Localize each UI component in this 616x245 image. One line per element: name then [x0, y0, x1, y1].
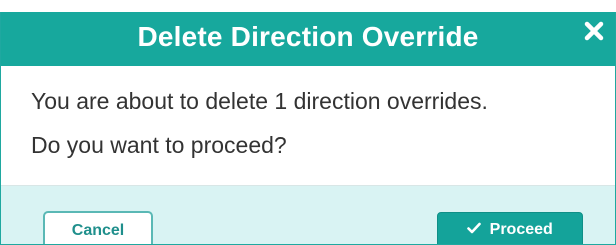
proceed-button-label: Proceed [489, 221, 553, 238]
close-icon [583, 20, 605, 42]
delete-direction-override-dialog: Delete Direction Override You are about … [0, 12, 616, 245]
dialog-header: Delete Direction Override [1, 12, 615, 66]
dialog-title: Delete Direction Override [137, 21, 479, 52]
confirmation-message-line1: You are about to delete 1 direction over… [31, 88, 488, 114]
cancel-button[interactable]: Cancel [43, 211, 153, 244]
dialog-body: You are about to delete 1 direction over… [1, 66, 615, 186]
proceed-button[interactable]: Proceed [437, 212, 583, 244]
cancel-button-label: Cancel [71, 222, 125, 239]
dialog-footer: Cancel Proceed [1, 186, 615, 244]
page: Delete Direction Override You are about … [0, 0, 616, 245]
top-strip [0, 0, 616, 12]
confirmation-message-line2: Do you want to proceed? [31, 132, 287, 158]
close-button[interactable] [583, 20, 605, 42]
check-icon [467, 222, 482, 234]
